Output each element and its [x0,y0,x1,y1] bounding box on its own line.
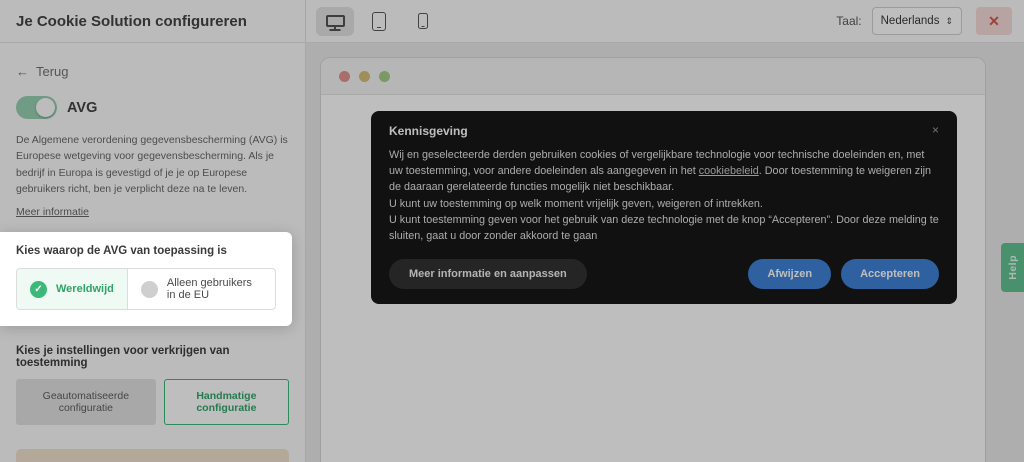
scope-option-eu-only[interactable]: Alleen gebruikers in de EU [128,269,275,309]
banner-text: U kunt uw toestemming op welk moment vri… [389,198,763,210]
device-switcher [316,7,442,36]
language-select[interactable]: Nederlands ⇕ [872,7,962,35]
sidebar-header: Je Cookie Solution configureren [0,0,306,42]
cookie-policy-link[interactable]: cookiebeleid [699,165,759,177]
traffic-light-yellow-icon [359,71,370,82]
device-desktop-button[interactable] [316,7,354,36]
radio-circle-icon [141,281,158,298]
cookie-banner: Kennisgeving × Wij en geselecteerde derd… [371,111,957,304]
traffic-light-green-icon [379,71,390,82]
preview-toolbar: Taal: Nederlands ⇕ ✕ [306,0,1024,42]
more-info-link[interactable]: Meer informatie [16,206,89,218]
device-tablet-button[interactable] [360,7,398,36]
topbar: Je Cookie Solution configureren Taal: Ne… [0,0,1024,43]
gdpr-toggle-label: AVG [67,100,97,116]
language-group: Taal: Nederlands ⇕ ✕ [836,7,1012,35]
consent-buttons: Geautomatiseerde configuratie Handmatige… [16,379,289,425]
accept-button[interactable]: Accepteren [841,259,939,289]
browser-chrome [321,58,985,95]
help-tab[interactable]: Help [1001,243,1024,292]
banner-title: Kennisgeving [389,124,468,138]
consent-heading: Kies je instellingen voor verkrijgen van… [16,345,289,369]
automated-config-button[interactable]: Geautomatiseerde configuratie [16,379,156,425]
close-button[interactable]: ✕ [976,7,1012,35]
gdpr-description: De Algemene verordening gegevensbescherm… [16,132,289,197]
banner-actions: Afwijzen Accepteren [748,259,939,289]
banner-text: U kunt toestemming geven voor het gebrui… [389,214,939,242]
toggle-knob [36,98,55,117]
back-link[interactable]: ← Terug [16,64,69,79]
scope-option-label: Wereldwijd [56,283,114,295]
select-arrows-icon: ⇕ [945,16,953,27]
scope-option-worldwide[interactable]: ✓ Wereldwijd [17,269,128,309]
back-link-label: Terug [36,64,69,79]
check-icon: ✓ [34,284,42,295]
compliance-warning: ! Niet geconfigureerd volgens de strengs… [16,449,289,462]
preview-area: Kennisgeving × Wij en geselecteerde derd… [306,43,1024,462]
mobile-icon [418,13,428,29]
gdpr-toggle-row: AVG [16,96,289,119]
desktop-icon [326,15,345,27]
banner-close-icon[interactable]: × [932,124,939,136]
page-title: Je Cookie Solution configureren [16,13,247,30]
check-circle-icon: ✓ [30,281,47,298]
scope-option-label: Alleen gebruikers in de EU [167,277,262,301]
scope-heading: Kies waarop de AVG van toepassing is [16,245,276,257]
language-label: Taal: [836,14,861,28]
manual-config-button[interactable]: Handmatige configuratie [164,379,289,425]
close-icon: ✕ [988,13,1000,30]
reject-button[interactable]: Afwijzen [748,259,831,289]
language-value: Nederlands [881,15,940,27]
avg-scope-section: Kies waarop de AVG van toepassing is ✓ W… [0,232,292,326]
more-info-customize-button[interactable]: Meer informatie en aanpassen [389,259,587,289]
help-tab-label: Help [1007,255,1019,280]
device-mobile-button[interactable] [404,7,442,36]
gdpr-toggle[interactable] [16,96,57,119]
banner-body: Wij en geselecteerde derden gebruiken co… [389,147,939,244]
banner-footer: Meer informatie en aanpassen Afwijzen Ac… [389,259,939,289]
config-sidebar: ← Terug AVG De Algemene verordening gege… [0,43,306,462]
browser-mockup: Kennisgeving × Wij en geselecteerde derd… [320,57,986,462]
back-arrow-icon: ← [16,64,29,79]
tablet-icon [372,12,386,31]
banner-header: Kennisgeving × [389,124,939,138]
traffic-light-red-icon [339,71,350,82]
scope-segmented-control: ✓ Wereldwijd Alleen gebruikers in de EU [16,268,276,310]
